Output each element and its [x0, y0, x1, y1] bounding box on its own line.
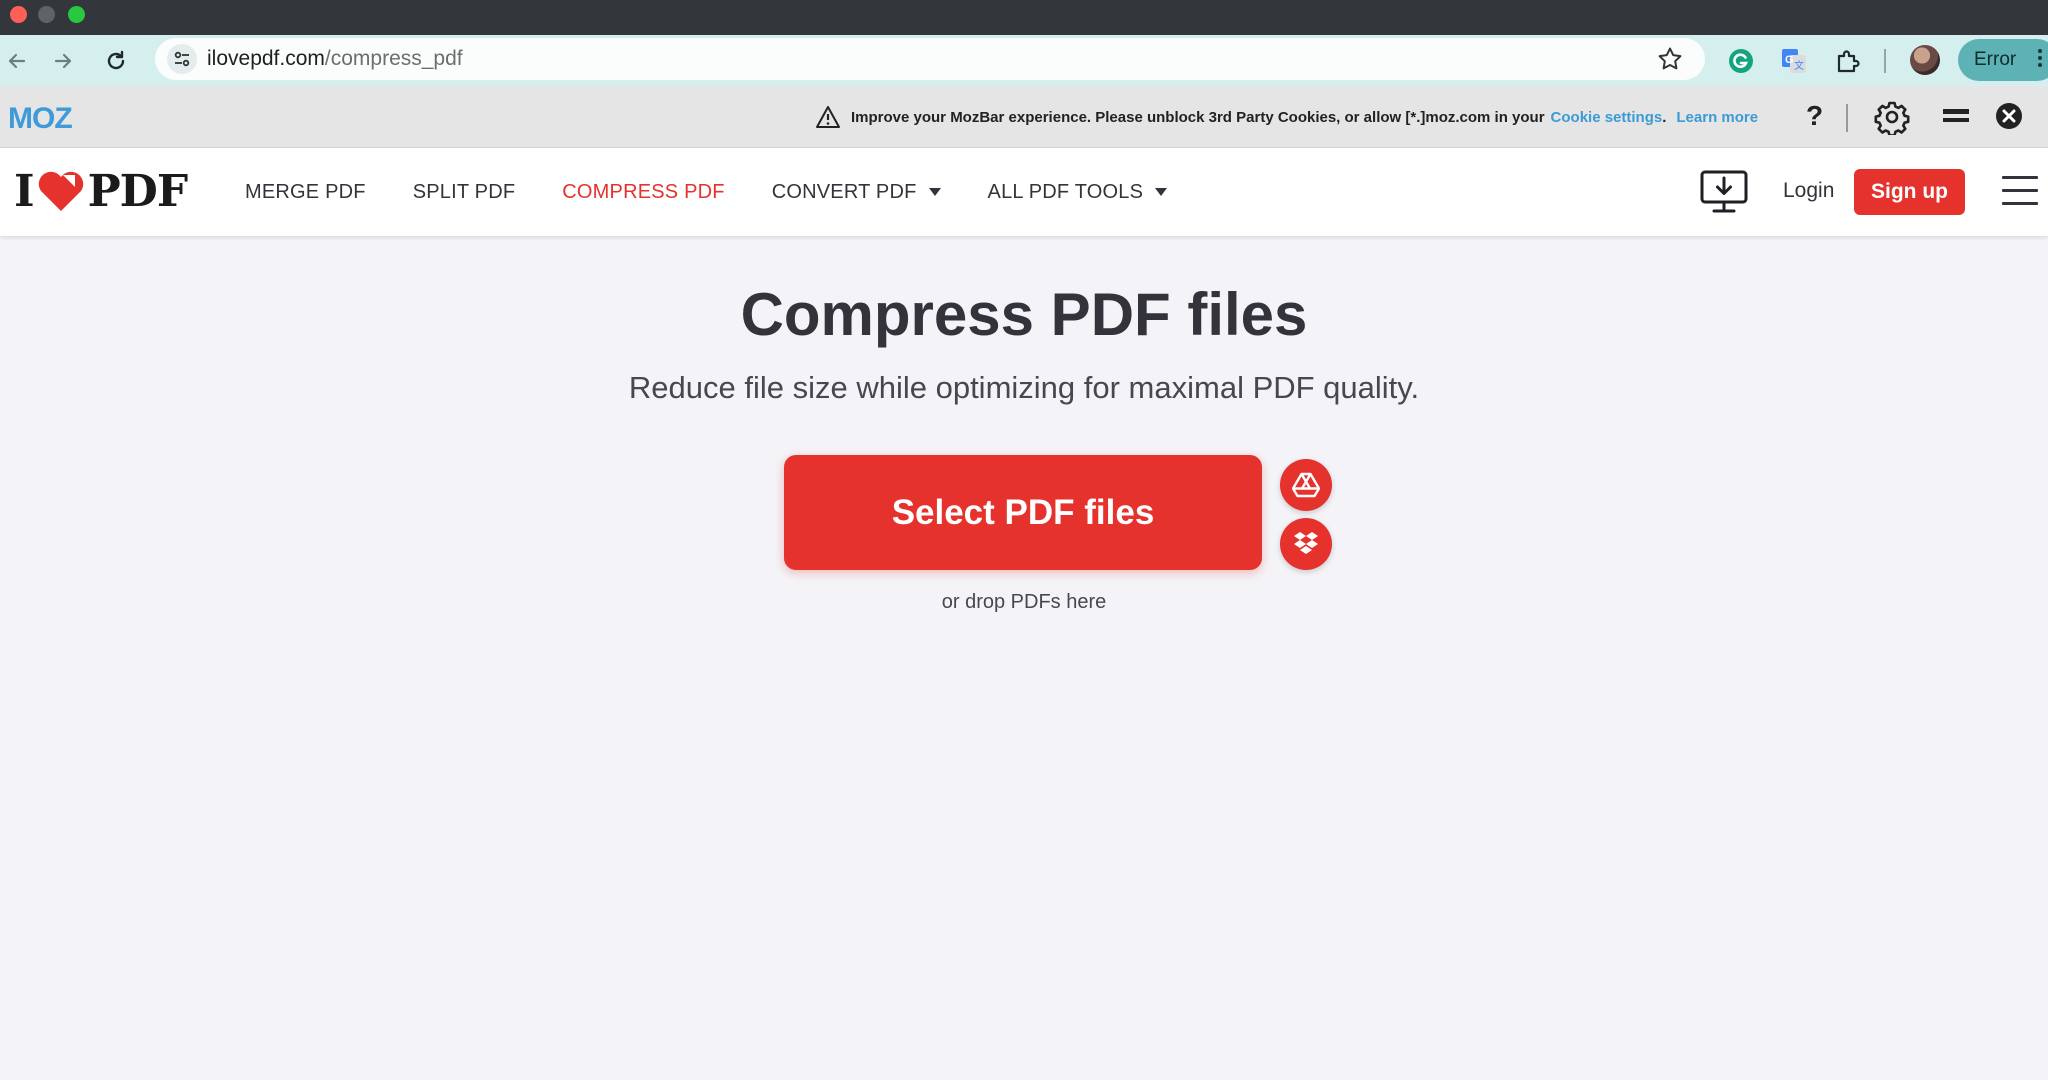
help-button[interactable]: ?: [1806, 100, 1823, 132]
mozbar-message-period: .: [1662, 108, 1667, 126]
window-titlebar: [0, 0, 2048, 35]
select-pdf-files-button[interactable]: Select PDF files: [784, 455, 1262, 570]
url-text: ilovepdf.com/compress_pdf: [207, 38, 463, 80]
nav-split-pdf-label: SPLIT PDF: [412, 180, 516, 203]
address-bar[interactable]: ilovepdf.com/compress_pdf: [155, 38, 1705, 80]
site-info-button[interactable]: [167, 44, 197, 74]
arrow-right-icon: [54, 53, 72, 69]
mozbar-message: Improve your MozBar experience. Please u…: [815, 86, 1758, 148]
dropbox-icon: [1294, 532, 1318, 554]
forward-button[interactable]: [46, 44, 80, 78]
nav-compress-pdf[interactable]: COMPRESS PDF: [562, 181, 724, 204]
arrow-left-icon: [8, 53, 26, 69]
nav-merge-pdf-label: MERGE PDF: [245, 180, 366, 203]
learn-more-link[interactable]: Learn more: [1676, 109, 1758, 126]
toolbar-divider: [1884, 49, 1886, 73]
signup-button[interactable]: Sign up: [1854, 169, 1965, 215]
extensions-puzzle-icon[interactable]: [1834, 47, 1862, 75]
back-button[interactable]: [0, 44, 34, 78]
nav-compress-pdf-label: COMPRESS PDF: [562, 180, 725, 203]
caret-down-icon: [1155, 188, 1168, 196]
main-nav: MERGE PDF SPLIT PDF COMPRESS PDF CONVERT…: [245, 148, 1214, 236]
login-link[interactable]: Login: [1783, 179, 1834, 203]
site-header: I PDF MERGE PDF SPLIT PDF COMPRESS PDF C…: [0, 148, 2048, 236]
mozbar: MOZ Improve your MozBar experience. Plea…: [0, 86, 2048, 148]
close-icon[interactable]: [1994, 101, 2024, 131]
svg-text:文: 文: [1794, 59, 1804, 72]
logo-pdf: PDF: [87, 165, 188, 217]
google-drive-icon: [1292, 472, 1320, 498]
mozbar-divider: [1846, 104, 1848, 132]
nav-all-pdf-tools-label: ALL PDF TOOLS: [987, 180, 1144, 203]
caret-down-icon: [928, 188, 941, 196]
google-translate-extension-icon[interactable]: G文: [1780, 47, 1808, 75]
window-zoom-button[interactable]: [68, 6, 85, 23]
grammarly-extension-icon[interactable]: [1727, 47, 1755, 75]
moz-logo[interactable]: MOZ: [8, 102, 98, 132]
bookmark-star-icon[interactable]: [1657, 46, 1683, 72]
browser-toolbar: ilovepdf.com/compress_pdf G文 Error: [0, 35, 2048, 86]
url-path: /compress_pdf: [324, 47, 463, 70]
warning-icon: [816, 106, 840, 128]
reload-icon: [107, 50, 125, 70]
dropbox-button[interactable]: [1280, 518, 1332, 570]
profile-avatar[interactable]: [1910, 45, 1940, 75]
nav-split-pdf[interactable]: SPLIT PDF: [413, 181, 516, 204]
nav-convert-pdf-dropdown[interactable]: CONVERT PDF: [772, 181, 941, 204]
profile-error-label: Error: [1974, 49, 2017, 70]
nav-merge-pdf[interactable]: MERGE PDF: [245, 181, 366, 204]
window-minimize-button[interactable]: [38, 6, 55, 23]
profile-error-button[interactable]: Error: [1958, 39, 2048, 81]
tune-icon: [174, 51, 190, 67]
hamburger-menu-icon[interactable]: [2002, 176, 2038, 206]
ilovepdf-logo[interactable]: I PDF: [14, 165, 188, 217]
kebab-menu-icon: [2038, 49, 2042, 71]
google-drive-button[interactable]: [1280, 459, 1332, 511]
url-domain: ilovepdf.com: [207, 47, 325, 70]
gear-icon[interactable]: [1874, 99, 1910, 135]
page-title: Compress PDF files: [740, 281, 1308, 348]
reload-button[interactable]: [99, 44, 133, 78]
page-subtitle: Reduce file size while optimizing for ma…: [628, 370, 1420, 405]
window-close-button[interactable]: [10, 6, 27, 23]
moz-logo-text: MOZ: [8, 102, 72, 132]
drop-hint: or drop PDFs here: [941, 591, 1107, 613]
collapse-bar-icon[interactable]: [1942, 108, 1970, 126]
cookie-settings-link[interactable]: Cookie settings: [1551, 109, 1663, 126]
nav-convert-pdf-label: CONVERT PDF: [771, 180, 917, 203]
desktop-download-icon[interactable]: [1700, 170, 1748, 214]
nav-all-pdf-tools-dropdown[interactable]: ALL PDF TOOLS: [988, 181, 1168, 204]
mozbar-message-text: Improve your MozBar experience. Please u…: [851, 108, 1545, 126]
logo-letter-i: I: [14, 165, 35, 217]
svg-text:G: G: [1785, 54, 1794, 66]
heart-icon: [38, 171, 83, 211]
